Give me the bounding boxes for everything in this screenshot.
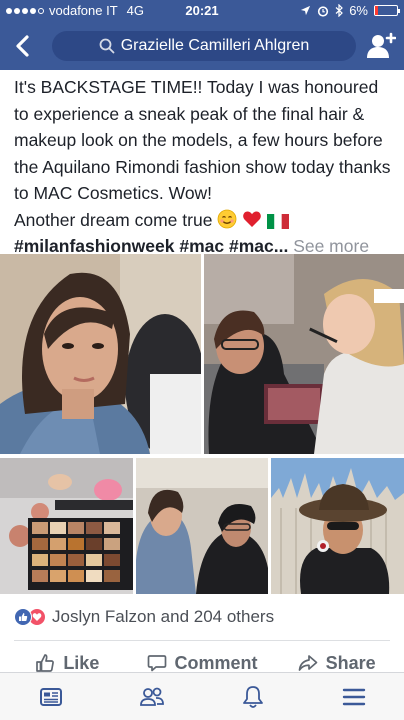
post-text-line-2: Another dream come true [14,209,213,230]
friend-request-button[interactable] [366,32,397,60]
add-friend-icon [367,32,397,58]
tab-news-feed[interactable] [0,673,101,720]
thumbs-up-icon [36,654,55,672]
comment-label: Comment [174,652,258,673]
page-title: Grazielle Camilleri Ahlgren [120,37,310,54]
like-reaction-icon [14,608,32,626]
search-bar[interactable]: Grazielle Camilleri Ahlgren [52,31,356,61]
share-label: Share [325,652,376,673]
alarm-icon [318,5,329,17]
search-icon [99,38,115,54]
news-feed-icon [39,687,62,706]
tab-friends[interactable] [101,673,202,720]
post-photo-makeup-artist[interactable] [204,254,404,454]
bottom-tab-bar [0,672,404,720]
status-bar: vodafone IT 4G 20:21 6% [0,0,404,22]
share-icon [298,655,318,671]
actions-divider [14,640,390,641]
post-hashtags[interactable]: #milanfashionweek #mac #mac... [14,236,288,256]
nav-bar: Grazielle Camilleri Ahlgren [0,22,404,70]
hamburger-menu-icon [342,688,365,705]
reactions-summary[interactable]: Joslyn Falzon and 204 others [14,604,274,630]
friends-icon [139,687,164,706]
smile-emoji-icon [217,209,237,228]
post-photo-eyeshadow-palette[interactable] [0,458,133,594]
post-photo-duomo-selfie[interactable] [271,458,404,594]
bluetooth-icon [335,4,344,17]
heart-emoji-icon [243,210,262,227]
location-icon [301,5,311,16]
post-text: It's BACKSTAGE TIME!! Today I was honour… [14,77,391,203]
post-photo-backstage-makeup[interactable] [136,458,268,594]
bell-icon [242,685,263,708]
like-label: Like [63,652,100,673]
chevron-left-icon [16,35,29,57]
tab-menu[interactable] [303,673,404,720]
back-button[interactable] [10,32,38,60]
reactions-text: Joslyn Falzon and 204 others [52,607,275,626]
battery-icon [374,5,400,16]
post-body: It's BACKSTAGE TIME!! Today I was honour… [14,74,394,260]
status-right: 6% [300,3,400,18]
see-more-link[interactable]: See more [293,236,369,256]
post-photo-model-portrait[interactable] [0,254,201,454]
italy-flag-icon [267,213,290,229]
reaction-icons [14,608,46,626]
tab-notifications[interactable] [202,673,303,720]
comment-icon [147,655,166,672]
battery-percent: 6% [349,3,368,18]
